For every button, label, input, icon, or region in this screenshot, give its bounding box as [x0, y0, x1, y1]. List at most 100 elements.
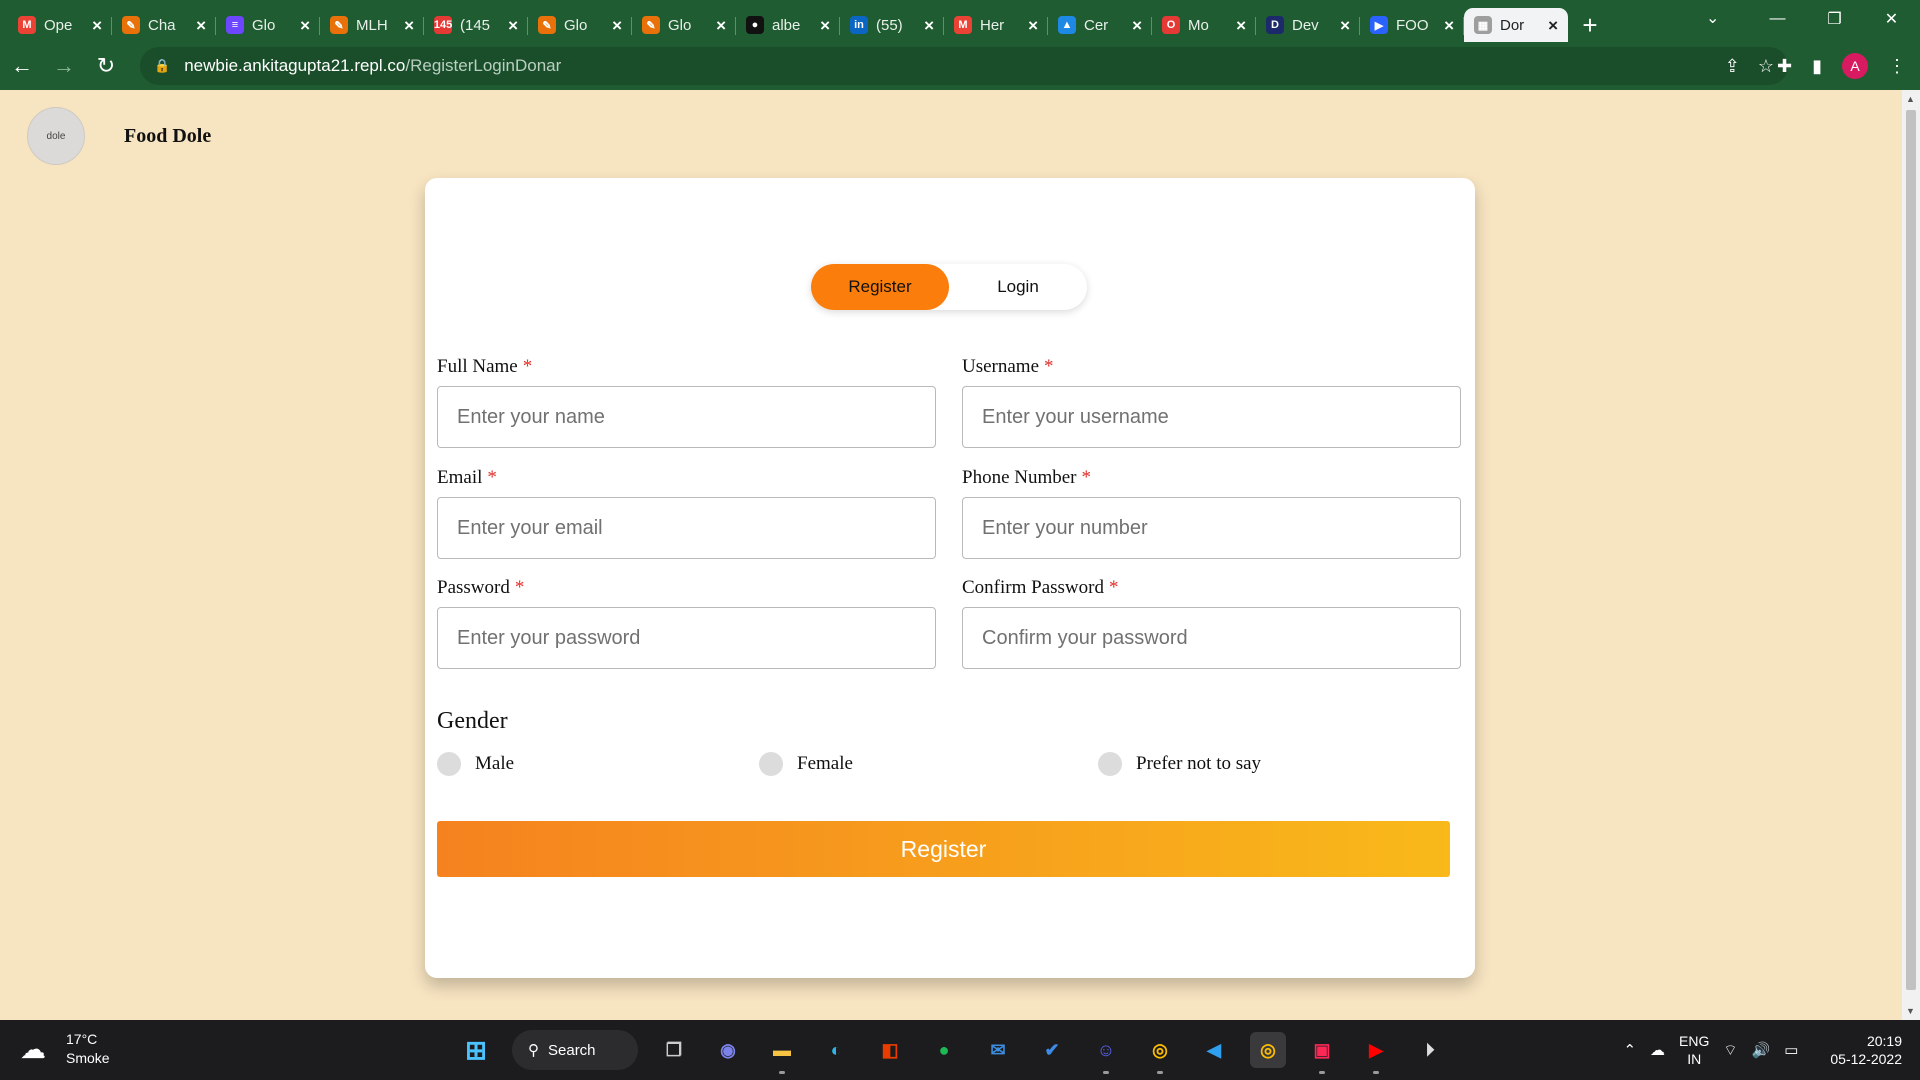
scrollbar-thumb[interactable]: [1906, 110, 1916, 990]
password-input[interactable]: Enter your password: [437, 607, 936, 669]
tab-close-icon[interactable]: ×: [92, 17, 102, 34]
browser-tab[interactable]: ● albe ×: [736, 8, 840, 42]
phone-group: Phone Number * Enter your number: [962, 467, 1461, 559]
side-panel-icon[interactable]: ▮: [1812, 56, 1822, 77]
browser-tab[interactable]: 145 (145 ×: [424, 8, 528, 42]
tab-close-icon[interactable]: ×: [1340, 17, 1350, 34]
wifi-icon[interactable]: ⌔: [1723, 1041, 1737, 1060]
phone-input[interactable]: Enter your number: [962, 497, 1461, 559]
teams-chat-icon[interactable]: ◉: [710, 1032, 746, 1068]
tab-close-icon[interactable]: ×: [1444, 17, 1454, 34]
vscode-icon[interactable]: ◀: [1196, 1032, 1232, 1068]
tab-title: FOO: [1396, 16, 1429, 34]
intellij-icon[interactable]: ▣: [1304, 1032, 1340, 1074]
browser-tab[interactable]: ✎ Cha ×: [112, 8, 216, 42]
radio-button[interactable]: [759, 752, 783, 776]
profile-avatar[interactable]: A: [1842, 53, 1868, 79]
menu-kebab-icon[interactable]: ⋮: [1888, 56, 1906, 77]
page-viewport: dole Food Dole Register Login Full Name *…: [0, 90, 1902, 1020]
bookmark-star-icon[interactable]: ☆: [1758, 56, 1774, 77]
forward-icon[interactable]: →: [44, 46, 84, 86]
address-toolbar: ← → ↻ 🔒 newbie.ankitagupta21.repl.co/Reg…: [0, 42, 1920, 90]
youtube-icon[interactable]: ▶: [1358, 1032, 1394, 1074]
page-scrollbar[interactable]: ▲ ▼: [1902, 90, 1920, 1020]
file-explorer-icon[interactable]: ▬: [764, 1032, 800, 1074]
tab-search-chevron-icon[interactable]: ⌄: [1706, 8, 1719, 28]
lock-icon[interactable]: 🔒: [154, 58, 170, 74]
browser-tab[interactable]: ✎ Glo ×: [528, 8, 632, 42]
scroll-down-icon[interactable]: ▼: [1906, 1006, 1915, 1016]
radio-button[interactable]: [1098, 752, 1122, 776]
share-icon[interactable]: ⇪: [1725, 56, 1740, 77]
onedrive-cloud-icon[interactable]: ☁: [1650, 1041, 1665, 1059]
new-tab-button[interactable]: +: [1568, 8, 1612, 42]
gender-option-prefer-not[interactable]: Prefer not to say: [1098, 752, 1261, 776]
tab-close-icon[interactable]: ×: [196, 17, 206, 34]
tab-close-icon[interactable]: ×: [924, 17, 934, 34]
browser-tab[interactable]: D Dev ×: [1256, 8, 1360, 42]
tab-close-icon[interactable]: ×: [612, 17, 622, 34]
start-windows-icon[interactable]: ⊞: [458, 1032, 494, 1068]
confirm-password-input[interactable]: Confirm your password: [962, 607, 1461, 669]
gender-option-male[interactable]: Male: [437, 752, 514, 776]
volume-icon[interactable]: 🔊: [1752, 1041, 1771, 1059]
logo-text: dole: [46, 130, 66, 142]
browser-tab[interactable]: in (55) ×: [840, 8, 944, 42]
weather-widget[interactable]: ☁ 17°C Smoke: [20, 1030, 110, 1068]
tab-close-icon[interactable]: ×: [716, 17, 726, 34]
back-icon[interactable]: ←: [2, 46, 42, 86]
taskbar-search[interactable]: ⚲ Search: [512, 1030, 638, 1070]
tab-close-icon[interactable]: ×: [1132, 17, 1142, 34]
email-input[interactable]: Enter your email: [437, 497, 936, 559]
browser-tab[interactable]: M Ope ×: [8, 8, 112, 42]
spotify-icon[interactable]: ●: [926, 1032, 962, 1068]
browser-tab[interactable]: O Mo ×: [1152, 8, 1256, 42]
login-tab[interactable]: Login: [949, 264, 1087, 310]
cloud-weather-icon: ☁: [20, 1034, 46, 1064]
browser-tab[interactable]: ▶ FOO ×: [1360, 8, 1464, 42]
full-name-input[interactable]: Enter your name: [437, 386, 936, 448]
media-player-icon[interactable]: ⏵: [1412, 1032, 1448, 1068]
tab-close-icon[interactable]: ×: [404, 17, 414, 34]
url-bar[interactable]: 🔒 newbie.ankitagupta21.repl.co/RegisterL…: [140, 47, 1788, 85]
chrome-active-icon[interactable]: ◎: [1250, 1032, 1286, 1068]
edge-icon[interactable]: ◐: [818, 1032, 854, 1068]
username-input[interactable]: Enter your username: [962, 386, 1461, 448]
tray-overflow-chevron-icon[interactable]: ⌃: [1623, 1041, 1636, 1059]
tab-close-icon[interactable]: ×: [1548, 17, 1558, 34]
mail-icon[interactable]: ✉: [980, 1032, 1016, 1068]
site-logo[interactable]: dole: [27, 107, 85, 165]
restore-icon[interactable]: ❐: [1806, 0, 1863, 38]
scroll-up-icon[interactable]: ▲: [1906, 94, 1915, 104]
minimize-icon[interactable]: —: [1749, 0, 1806, 38]
gender-option-female[interactable]: Female: [759, 752, 853, 776]
browser-tab[interactable]: ✎ Glo ×: [632, 8, 736, 42]
register-tab[interactable]: Register: [811, 264, 949, 310]
tab-close-icon[interactable]: ×: [300, 17, 310, 34]
tab-close-icon[interactable]: ×: [1236, 17, 1246, 34]
todo-icon[interactable]: ✔: [1034, 1032, 1070, 1068]
close-window-icon[interactable]: ✕: [1863, 0, 1920, 38]
extensions-icon[interactable]: ✚: [1777, 56, 1792, 77]
discord-icon[interactable]: ☺: [1088, 1032, 1124, 1074]
battery-icon[interactable]: ▭: [1784, 1041, 1798, 1059]
tab-close-icon[interactable]: ×: [1028, 17, 1038, 34]
language-indicator[interactable]: ENG IN: [1679, 1032, 1709, 1068]
browser-tab[interactable]: ✎ MLH ×: [320, 8, 424, 42]
browser-tab[interactable]: M Her ×: [944, 8, 1048, 42]
tab-close-icon[interactable]: ×: [508, 17, 518, 34]
chrome-icon[interactable]: ◎: [1142, 1032, 1178, 1074]
browser-tab[interactable]: ▲ Cer ×: [1048, 8, 1152, 42]
browser-tab[interactable]: ≡ Glo ×: [216, 8, 320, 42]
radio-button[interactable]: [437, 752, 461, 776]
office-icon[interactable]: ◧: [872, 1032, 908, 1068]
browser-tab[interactable]: ▦ Dor ×: [1464, 8, 1568, 42]
os-taskbar: ☁ 17°C Smoke ⊞ ⚲ Search ❐ ◉ ▬ ◐ ◧ ● ✉ ✔ …: [0, 1020, 1920, 1080]
tab-close-icon[interactable]: ×: [820, 17, 830, 34]
clock[interactable]: 20:19 05-12-2022: [1830, 1032, 1902, 1068]
tab-title: Dor: [1500, 16, 1525, 34]
reload-icon[interactable]: ↻: [86, 46, 126, 86]
browser-tab-strip: M Ope × ✎ Cha × ≡ Glo × ✎ MLH × 145 (145 × ✎ Glo × ✎ Glo × ● a…: [0, 0, 1920, 42]
task-view-icon[interactable]: ❐: [656, 1032, 692, 1068]
register-submit-button[interactable]: Register: [437, 821, 1450, 877]
